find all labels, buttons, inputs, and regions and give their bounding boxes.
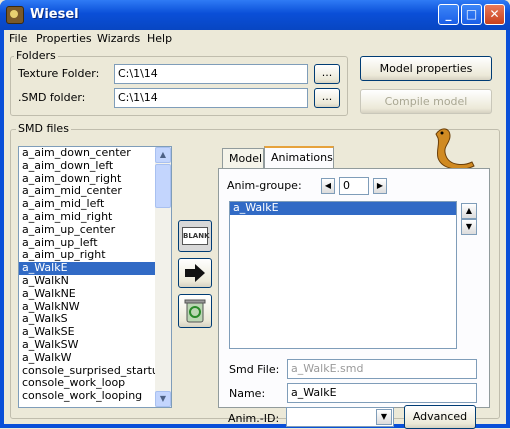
- smd-folder-input[interactable]: C:\1\14: [114, 88, 308, 108]
- scroll-down-button[interactable]: ▼: [155, 391, 171, 407]
- anim-group-decrement-button[interactable]: ◀: [321, 178, 335, 194]
- smd-file-field: a_WalkE.smd: [287, 359, 477, 379]
- list-item[interactable]: a_WalkNE: [19, 287, 171, 301]
- anim-group-increment-button[interactable]: ▶: [373, 178, 387, 194]
- list-item[interactable]: a_aim_down_center: [19, 147, 171, 160]
- smd-list-scrollbar[interactable]: ▲ ▼: [155, 147, 171, 407]
- folders-group-label: Folders: [14, 49, 58, 62]
- app-window: Wiesel _ □ ✕ File Properties Wizards Hel…: [0, 0, 510, 429]
- list-item[interactable]: a_WalkSW: [19, 338, 171, 352]
- animations-panel: Anim-groupe: ◀ 0 ▶ a_WalkE ▲ ▼ Smd File:…: [218, 168, 490, 408]
- smd-browse-button[interactable]: ...: [314, 88, 340, 108]
- animations-items: a_WalkE: [230, 202, 456, 215]
- menu-wizards[interactable]: Wizards: [97, 32, 140, 45]
- smd-files-group-label: SMD files: [16, 122, 71, 135]
- smd-files-items: a_aim_down_center a_aim_down_left a_aim_do…: [19, 147, 171, 403]
- minimize-button[interactable]: _: [438, 4, 459, 25]
- list-item[interactable]: console_work_looping: [19, 389, 171, 403]
- tab-model[interactable]: Model: [222, 148, 264, 168]
- smd-folder-label: .SMD folder:: [18, 91, 86, 104]
- menu-file[interactable]: File: [9, 32, 27, 45]
- client-area: File Properties Wizards Help Folders Tex…: [4, 30, 506, 429]
- list-item[interactable]: a_aim_up_center: [19, 223, 171, 237]
- animations-list[interactable]: a_WalkE: [229, 201, 457, 349]
- list-item[interactable]: a_WalkE: [230, 202, 456, 215]
- menu-bar: File Properties Wizards Help: [4, 30, 506, 47]
- list-item[interactable]: a_WalkW: [19, 351, 171, 365]
- list-item[interactable]: a_aim_mid_right: [19, 210, 171, 224]
- menu-help[interactable]: Help: [147, 32, 172, 45]
- smd-file-label: Smd File:: [229, 363, 280, 376]
- model-properties-button[interactable]: Model properties: [360, 56, 492, 81]
- menu-properties[interactable]: Properties: [36, 32, 92, 45]
- texture-folder-label: Texture Folder:: [18, 67, 100, 80]
- name-label: Name:: [229, 387, 266, 400]
- texture-browse-button[interactable]: ...: [314, 64, 340, 84]
- anim-group-input[interactable]: 0: [339, 177, 369, 195]
- right-arrow-icon: [185, 264, 205, 282]
- maximize-button[interactable]: □: [461, 4, 482, 25]
- compile-model-button[interactable]: Compile model: [360, 89, 492, 114]
- app-icon: [6, 6, 24, 24]
- close-button[interactable]: ✕: [484, 4, 505, 25]
- title-bar[interactable]: Wiesel _ □ ✕: [0, 0, 510, 30]
- blank-button[interactable]: BLANK: [178, 220, 212, 252]
- weasel-icon: [435, 128, 475, 170]
- delete-button[interactable]: [178, 294, 212, 328]
- smd-files-list[interactable]: a_aim_down_center a_aim_down_left a_aim_do…: [18, 146, 172, 408]
- move-up-button[interactable]: ▲: [461, 203, 477, 219]
- advanced-button[interactable]: Advanced: [404, 405, 476, 429]
- anim-group-label: Anim-groupe:: [227, 179, 302, 192]
- recycle-bin-icon: [184, 299, 206, 323]
- tab-animations[interactable]: Animations: [264, 146, 334, 168]
- move-down-button[interactable]: ▼: [461, 219, 477, 235]
- list-item[interactable]: a_WalkN: [19, 274, 171, 288]
- scroll-up-button[interactable]: ▲: [155, 147, 171, 163]
- window-title: Wiesel: [30, 7, 79, 22]
- add-animation-button[interactable]: [178, 258, 212, 288]
- anim-id-dropdown-icon[interactable]: ▼: [376, 409, 392, 425]
- blank-icon: BLANK: [182, 227, 210, 245]
- list-item[interactable]: a_aim_down_left: [19, 159, 171, 173]
- texture-folder-input[interactable]: C:\1\14: [114, 64, 308, 84]
- scroll-thumb[interactable]: [155, 164, 171, 208]
- name-field[interactable]: a_WalkE: [287, 383, 477, 403]
- anim-id-label: Anim.-ID:: [228, 412, 280, 425]
